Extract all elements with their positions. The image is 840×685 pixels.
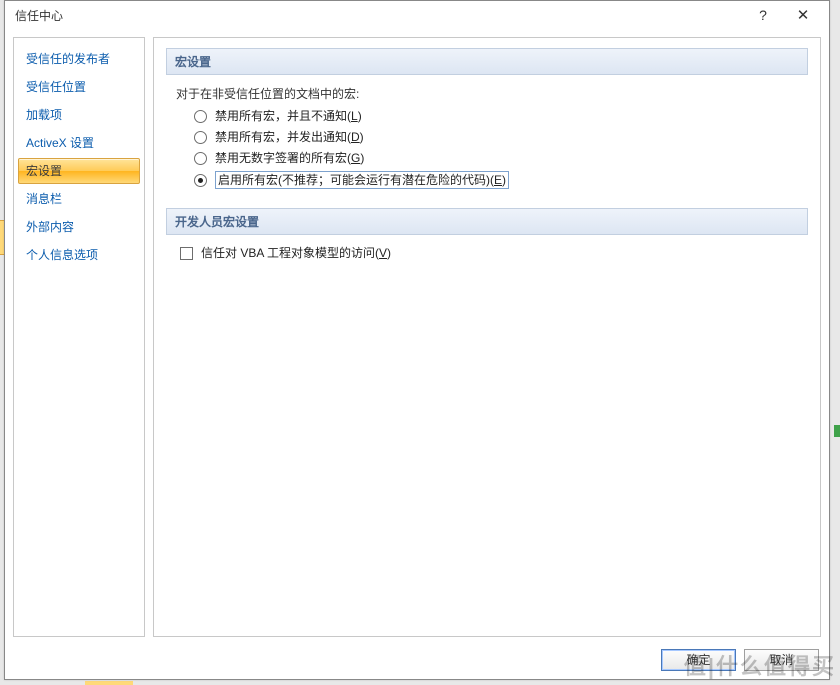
help-button[interactable]: ? (743, 4, 783, 27)
radio-disable-notify[interactable]: 禁用所有宏，并发出通知(D) (194, 129, 808, 145)
sidebar-item-macro-settings[interactable]: 宏设置 (18, 158, 140, 184)
ok-button[interactable]: 确定 (661, 649, 736, 671)
cancel-button[interactable]: 取消 (744, 649, 819, 671)
radio-icon (194, 174, 207, 187)
section-header-developer: 开发人员宏设置 (166, 208, 808, 235)
radio-icon (194, 110, 207, 123)
bg-decoration (834, 425, 840, 437)
sidebar-item-trusted-publishers[interactable]: 受信任的发布者 (18, 46, 140, 72)
radio-icon (194, 152, 207, 165)
section-body-developer: 信任对 VBA 工程对象模型的访问(V) (166, 245, 808, 280)
radio-disable-no-notify[interactable]: 禁用所有宏，并且不通知(L) (194, 108, 808, 124)
bg-decoration (85, 681, 133, 685)
dialog-body: 受信任的发布者 受信任位置 加载项 ActiveX 设置 宏设置 消息栏 外部内… (5, 29, 829, 641)
sidebar-item-external-content[interactable]: 外部内容 (18, 214, 140, 240)
close-button[interactable]: ✕ (783, 4, 823, 27)
content-panel: 宏设置 对于在非受信任位置的文档中的宏: 禁用所有宏，并且不通知(L) 禁用所有… (153, 37, 821, 637)
radio-icon (194, 131, 207, 144)
checkbox-trust-vba[interactable]: 信任对 VBA 工程对象模型的访问(V) (180, 245, 808, 261)
radio-label: 启用所有宏(不推荐；可能会运行有潜在危险的代码)(E) (215, 171, 509, 189)
section-body-macro: 对于在非受信任位置的文档中的宏: 禁用所有宏，并且不通知(L) 禁用所有宏，并发… (166, 85, 808, 208)
radio-label: 禁用所有宏，并且不通知(L) (215, 108, 362, 124)
sidebar: 受信任的发布者 受信任位置 加载项 ActiveX 设置 宏设置 消息栏 外部内… (13, 37, 145, 637)
radio-label: 禁用所有宏，并发出通知(D) (215, 129, 364, 145)
buttonbar: 确定 取消 (5, 641, 829, 679)
checkbox-label: 信任对 VBA 工程对象模型的访问(V) (201, 245, 391, 261)
section-header-macro: 宏设置 (166, 48, 808, 75)
trust-center-dialog: 信任中心 ? ✕ 受信任的发布者 受信任位置 加载项 ActiveX 设置 宏设… (4, 0, 830, 680)
radio-disable-unsigned[interactable]: 禁用无数字签署的所有宏(G) (194, 150, 808, 166)
checkbox-icon (180, 247, 193, 260)
radio-enable-all[interactable]: 启用所有宏(不推荐；可能会运行有潜在危险的代码)(E) (194, 171, 808, 189)
sidebar-item-activex-settings[interactable]: ActiveX 设置 (18, 130, 140, 156)
radio-label: 禁用无数字签署的所有宏(G) (215, 150, 364, 166)
macro-intro-text: 对于在非受信任位置的文档中的宏: (174, 85, 808, 102)
sidebar-item-trusted-locations[interactable]: 受信任位置 (18, 74, 140, 100)
sidebar-item-privacy-options[interactable]: 个人信息选项 (18, 242, 140, 268)
window-title: 信任中心 (15, 7, 743, 24)
sidebar-item-addins[interactable]: 加载项 (18, 102, 140, 128)
sidebar-item-message-bar[interactable]: 消息栏 (18, 186, 140, 212)
titlebar: 信任中心 ? ✕ (5, 1, 829, 29)
